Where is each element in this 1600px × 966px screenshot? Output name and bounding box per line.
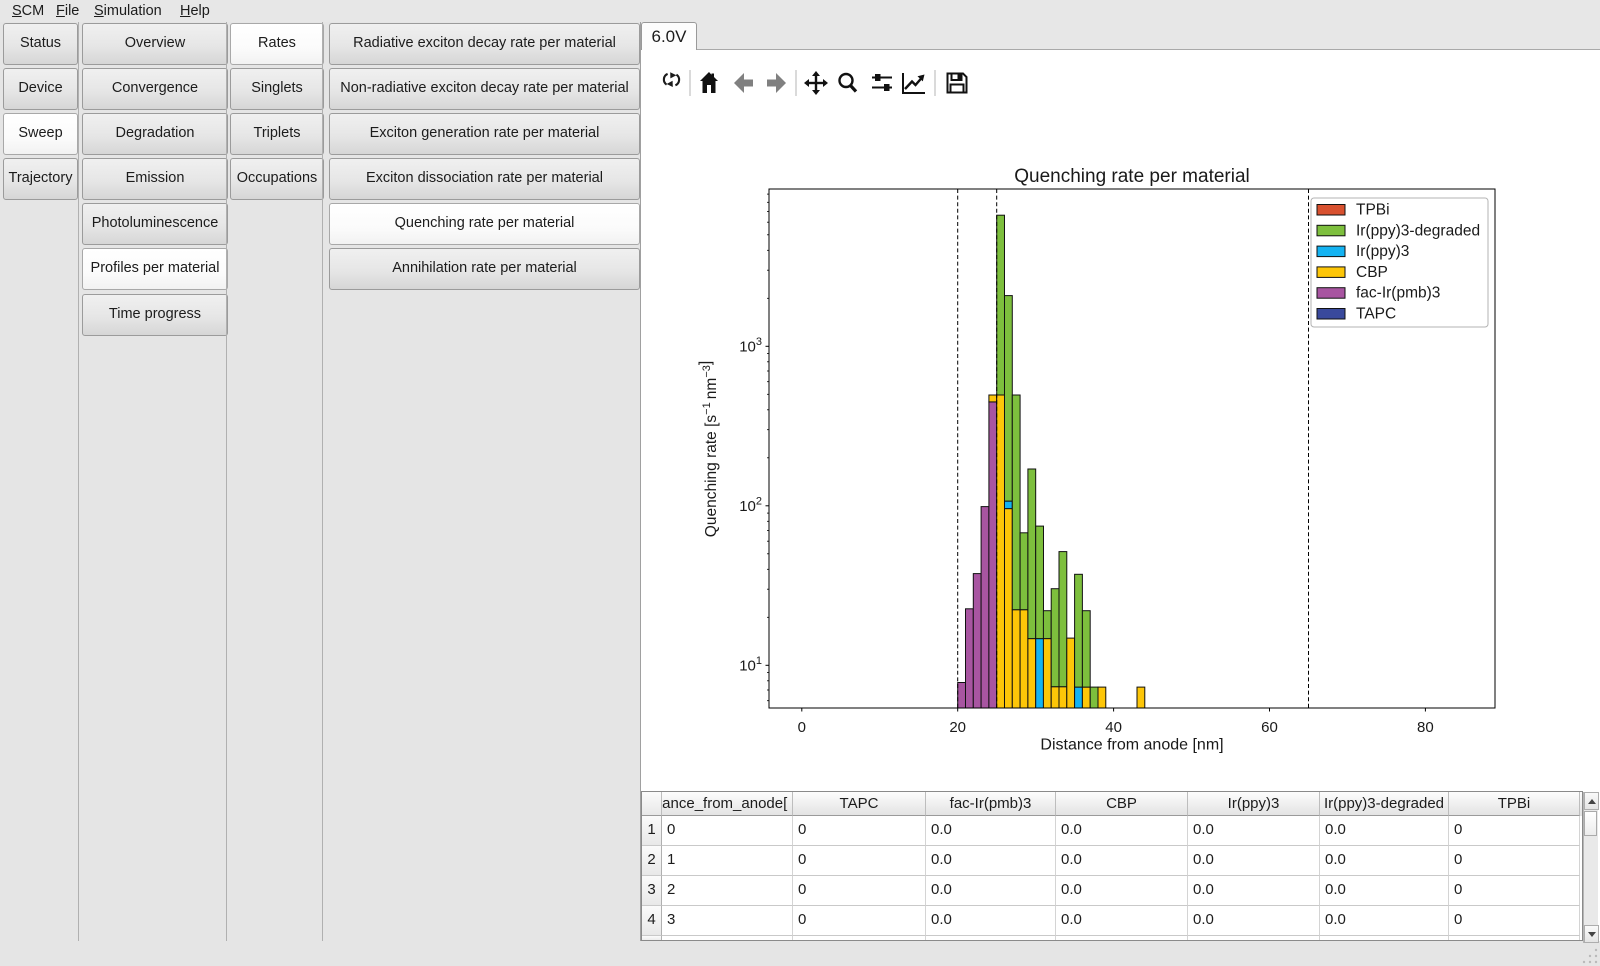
svg-text:80: 80 xyxy=(1417,719,1434,736)
svg-text:Quenching rate [s−1 nm−3]: Quenching rate [s−1 nm−3] xyxy=(697,361,720,537)
svg-text:40: 40 xyxy=(1105,719,1122,736)
svg-text:20: 20 xyxy=(949,719,966,736)
svg-text:Distance from anode [nm]: Distance from anode [nm] xyxy=(1040,737,1223,754)
svg-text:0: 0 xyxy=(798,719,806,736)
svg-text:101: 101 xyxy=(739,655,762,675)
svg-text:102: 102 xyxy=(739,495,762,515)
svg-text:TAPC: TAPC xyxy=(1356,306,1396,323)
svg-text:CBP: CBP xyxy=(1356,264,1388,281)
svg-text:Quenching rate per material: Quenching rate per material xyxy=(1014,166,1250,187)
svg-text:60: 60 xyxy=(1261,719,1278,736)
svg-text:Ir(ppy)3: Ir(ppy)3 xyxy=(1356,243,1409,260)
svg-text:fac-Ir(pmb)3: fac-Ir(pmb)3 xyxy=(1356,285,1440,302)
svg-text:TPBi: TPBi xyxy=(1356,202,1390,219)
svg-text:Ir(ppy)3-degraded: Ir(ppy)3-degraded xyxy=(1356,222,1480,239)
svg-text:103: 103 xyxy=(739,336,762,356)
